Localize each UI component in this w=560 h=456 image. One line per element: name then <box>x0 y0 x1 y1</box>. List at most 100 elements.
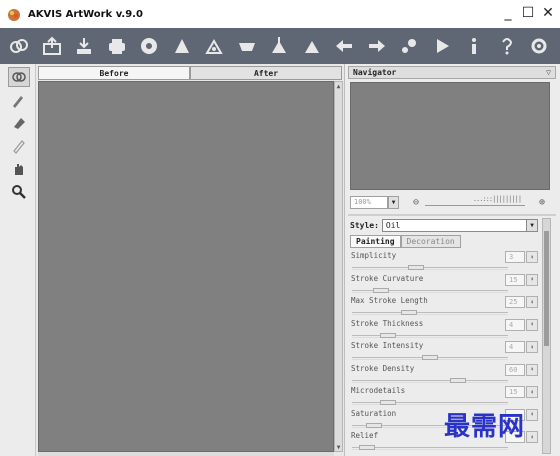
param-spinner-icon[interactable]: ⬍ <box>526 431 538 443</box>
tab-painting[interactable]: Painting <box>350 235 401 248</box>
hand-tool[interactable] <box>8 159 30 179</box>
style-label: Style: <box>350 220 379 230</box>
settings-scrollbar[interactable] <box>542 218 551 454</box>
param-slider-thumb[interactable] <box>359 445 375 450</box>
param-slider[interactable] <box>352 445 508 450</box>
param-row: Simplicity 3 ⬍ <box>350 250 538 273</box>
tab-decoration[interactable]: Decoration <box>400 235 461 248</box>
import-icon[interactable] <box>299 33 325 59</box>
navigator-preview[interactable] <box>350 82 550 190</box>
print-icon[interactable] <box>104 33 130 59</box>
param-slider[interactable] <box>352 287 508 293</box>
before-after-icon <box>12 72 26 82</box>
param-value-input[interactable]: 15 <box>505 386 525 398</box>
export-icon[interactable] <box>266 33 292 59</box>
share-icon[interactable] <box>169 33 195 59</box>
param-spinner-icon[interactable]: ⬍ <box>526 251 538 263</box>
zoom-slider[interactable]: ...:::||||||||| <box>425 195 526 206</box>
param-slider[interactable] <box>352 377 508 383</box>
style-value: Oil <box>385 220 401 230</box>
param-spinner-icon[interactable]: ⬍ <box>526 408 538 421</box>
open-icon[interactable] <box>39 33 65 59</box>
scroll-up-icon[interactable]: ▲ <box>335 82 342 90</box>
param-slider-thumb[interactable] <box>450 377 466 383</box>
param-slider-thumb[interactable] <box>380 332 396 338</box>
window-title: AKVIS ArtWork v.9.0 <box>28 8 143 20</box>
help-icon[interactable] <box>494 33 520 59</box>
settings-scroll-thumb[interactable] <box>544 231 549 346</box>
preferences-icon[interactable] <box>396 33 422 59</box>
param-label: Relief <box>351 431 379 440</box>
param-value-input[interactable]: 3 <box>505 251 525 263</box>
param-slider-thumb[interactable] <box>401 310 417 315</box>
zoom-in-icon[interactable]: ⊕ <box>539 197 545 208</box>
param-label: Microdetails <box>351 386 406 395</box>
links-icon[interactable] <box>6 33 32 59</box>
param-value-input[interactable]: 60 <box>505 363 525 376</box>
canvas-vertical-scrollbar[interactable]: ▲ ▼ <box>334 81 343 452</box>
param-spinner-icon[interactable]: ⬍ <box>526 386 538 398</box>
watermark-text: 最需网 <box>444 412 526 442</box>
eraser-icon <box>14 118 25 129</box>
image-area: Before After ▲ ▼ <box>36 64 344 456</box>
collapse-icon[interactable]: ▽ <box>546 68 551 77</box>
param-spinner-icon[interactable]: ⬍ <box>526 341 538 353</box>
param-slider[interactable] <box>352 310 508 315</box>
zoom-slider-ticks: ...:::||||||||| <box>472 195 522 203</box>
close-button[interactable]: ✕ <box>540 4 556 22</box>
minimize-button[interactable]: _ <box>500 4 516 22</box>
param-slider[interactable] <box>352 355 508 360</box>
param-label: Stroke Density <box>351 363 415 373</box>
panel-divider[interactable] <box>348 214 556 216</box>
info-icon[interactable] <box>461 33 487 59</box>
param-value-input[interactable]: 25 <box>505 296 525 308</box>
param-slider-thumb[interactable] <box>373 287 389 293</box>
presets-icon[interactable] <box>234 33 260 59</box>
param-slider-thumb[interactable] <box>366 422 382 428</box>
navigator-title: Navigator <box>353 68 397 77</box>
settings-icon[interactable] <box>526 33 552 59</box>
zoom-input[interactable]: 100% <box>350 195 388 209</box>
hand-icon <box>15 164 23 175</box>
param-slider-thumb[interactable] <box>380 400 396 405</box>
tab-before[interactable]: Before <box>38 66 190 80</box>
param-row: Microdetails 15 ⬍ <box>350 385 538 408</box>
before-after-tool[interactable] <box>8 67 30 87</box>
canvas-horizontal-scrollbar[interactable] <box>38 452 334 456</box>
param-spinner-icon[interactable]: ⬍ <box>526 363 538 376</box>
brush-icon <box>13 96 23 108</box>
param-spinner-icon[interactable]: ⬍ <box>526 296 538 308</box>
brush-tool[interactable] <box>8 90 30 110</box>
image-canvas[interactable] <box>38 81 334 452</box>
param-value-input[interactable]: 4 <box>505 318 525 331</box>
param-slider-thumb[interactable] <box>408 265 424 270</box>
param-slider-thumb[interactable] <box>422 355 438 360</box>
param-slider[interactable] <box>352 332 508 338</box>
style-select[interactable]: Oil ▼ <box>381 218 538 232</box>
zoom-tool[interactable] <box>8 182 30 202</box>
navigator-header: Navigator ▽ <box>348 66 556 79</box>
back-arrow-icon[interactable] <box>331 33 357 59</box>
param-slider[interactable] <box>352 265 508 270</box>
zoom-dropdown-icon[interactable]: ▼ <box>388 195 399 209</box>
eraser-tool[interactable] <box>8 113 30 133</box>
param-spinner-icon[interactable]: ⬍ <box>526 318 538 331</box>
param-label: Saturation <box>351 408 397 418</box>
maximize-button[interactable]: ☐ <box>520 4 536 22</box>
chevron-down-icon[interactable]: ▼ <box>526 219 537 231</box>
pencil-tool[interactable] <box>8 136 30 156</box>
save-icon[interactable] <box>71 33 97 59</box>
param-value-input[interactable]: 4 <box>505 341 525 353</box>
batch-icon[interactable] <box>136 33 162 59</box>
param-slider[interactable] <box>352 400 508 405</box>
forward-arrow-icon[interactable] <box>364 33 390 59</box>
tab-after[interactable]: After <box>190 66 342 80</box>
run-icon[interactable] <box>429 33 455 59</box>
zoom-out-icon[interactable]: ⊖ <box>413 197 419 208</box>
param-row: Max Stroke Length 25 ⬍ <box>350 295 538 318</box>
param-spinner-icon[interactable]: ⬍ <box>526 273 538 286</box>
pencil-icon <box>13 140 25 154</box>
settings-gear-icon[interactable] <box>201 33 227 59</box>
scroll-down-icon[interactable]: ▼ <box>335 443 342 451</box>
param-value-input[interactable]: 15 <box>505 273 525 286</box>
